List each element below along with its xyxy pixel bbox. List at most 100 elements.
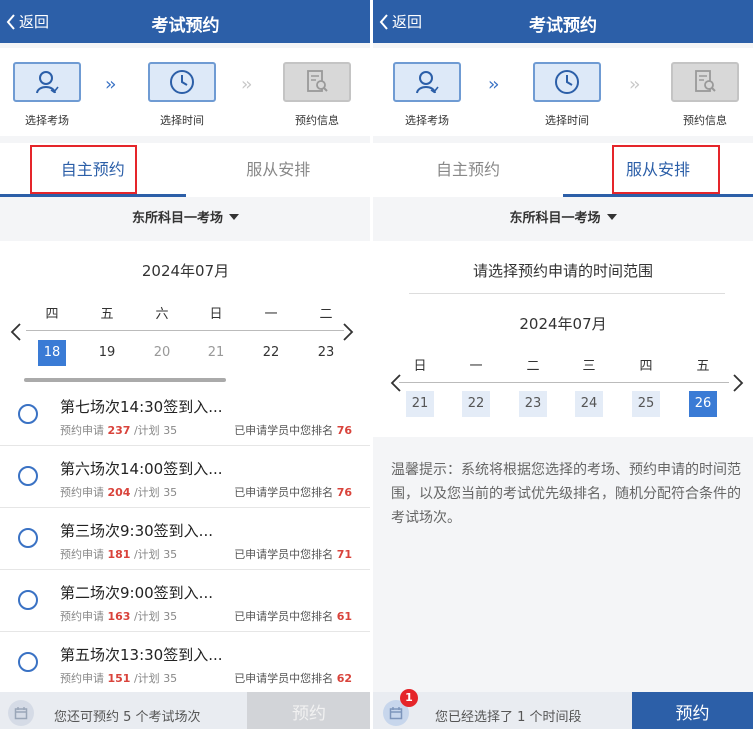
step-booking-info: 预约信息 (283, 62, 351, 128)
session-rank: 已申请学员中您排名 62 (234, 672, 352, 685)
radio-button[interactable] (18, 652, 38, 672)
calendar-day[interactable]: 22 (257, 340, 285, 366)
radio-button[interactable] (18, 404, 38, 424)
weekday-label: 五 (696, 359, 710, 374)
chevron-right-icon[interactable] (342, 323, 354, 341)
weekday-label: 四 (639, 359, 653, 374)
session-apply-count: 预约申请 237 /计划 35 (60, 424, 178, 437)
list-item[interactable]: 第三场次9:30签到入... 预约申请 181 /计划 35 已申请学员中您排名… (0, 508, 371, 570)
exam-site-label: 东所科目一考场 (131, 211, 223, 226)
person-icon (36, 71, 59, 94)
clock-icon (170, 70, 194, 94)
tab-label: 自主预约 (435, 160, 500, 179)
weekday-label: 二 (526, 359, 540, 374)
session-title: 第五场次13:30签到入... (60, 646, 223, 664)
mode-tabs: 自主预约 服从安排 (373, 143, 753, 197)
list-item[interactable]: 第七场次14:30签到入... 预约申请 237 /计划 35 已申请学员中您排… (0, 384, 371, 446)
step-select-site: 选择考场 (393, 62, 461, 128)
step-label: 选择时间 (545, 114, 589, 127)
calendar-day[interactable]: 22 (462, 391, 490, 417)
step-label: 预约信息 (683, 114, 727, 127)
calendar-day[interactable]: 23 (519, 391, 547, 417)
step-arrow-icon: ›› (105, 74, 117, 95)
bottom-bar: 1 您已经选择了 1 个时间段 预约 (373, 689, 753, 729)
step-label: 选择考场 (405, 114, 449, 127)
self-booking-screen: 返回 考试预约 选择考场 ›› 选择时间 ›› 预约信息 自主预约 服从安排 东… (0, 0, 371, 729)
booking-steps: 选择考场 ›› 选择时间 ›› 预约信息 (373, 48, 753, 136)
calendar-month: 2024年07月 (141, 262, 230, 280)
chevron-right-icon[interactable] (732, 374, 744, 392)
clock-icon (555, 70, 579, 94)
tab-self-booking[interactable]: 自主预约 (373, 143, 563, 197)
screenshot-composite: 返回 考试预约 选择考场 ›› 选择时间 ›› 预约信息 自主预约 服从安排 东… (0, 0, 753, 729)
calendar-day[interactable]: 21 (202, 340, 230, 366)
session-list: 第七场次14:30签到入... 预约申请 237 /计划 35 已申请学员中您排… (0, 384, 371, 694)
document-search-icon (307, 70, 328, 92)
session-rank: 已申请学员中您排名 76 (234, 486, 352, 499)
person-icon (416, 71, 439, 94)
session-rank: 已申请学员中您排名 76 (234, 424, 352, 437)
calendar-icon (8, 700, 34, 726)
mode-tabs: 自主预约 服从安排 (0, 143, 371, 197)
date-picker: 2024年07月 四 五 六 日 一 二 18 19 20 21 22 23 (0, 241, 371, 384)
list-item[interactable]: 第五场次13:30签到入... 预约申请 151 /计划 35 已申请学员中您排… (0, 632, 371, 694)
step-select-site: 选择考场 (13, 62, 81, 128)
step-label: 预约信息 (295, 114, 339, 127)
chevron-left-icon[interactable] (10, 323, 22, 341)
session-apply-count: 预约申请 163 /计划 35 (60, 610, 178, 623)
session-apply-count: 预约申请 204 /计划 35 (60, 486, 178, 499)
calendar-day[interactable]: 20 (148, 340, 176, 366)
calendar-divider (399, 382, 729, 383)
chevron-left-icon[interactable] (390, 374, 402, 392)
assigned-booking-screen: 返回 考试预约 选择考场 ›› 选择时间 ›› 预约信息 自主预约 服从安排 东… (373, 0, 753, 729)
radio-button[interactable] (18, 528, 38, 548)
highlight-box (30, 145, 137, 194)
horizontal-scrollbar[interactable] (24, 378, 226, 382)
step-select-time: 选择时间 (148, 62, 216, 128)
calendar-day[interactable]: 18 (38, 340, 66, 366)
bottom-bar: 您还可预约 5 个考试场次 预约 (0, 692, 371, 729)
calendar-day[interactable]: 25 (632, 391, 660, 417)
selection-count-badge: 1 (400, 689, 418, 707)
session-title: 第二场次9:00签到入... (60, 584, 213, 602)
session-title: 第三场次9:30签到入... (60, 522, 213, 540)
step-arrow-icon: ›› (488, 74, 500, 95)
weekday-label: 五 (100, 307, 114, 322)
session-rank: 已申请学员中您排名 71 (234, 548, 352, 561)
calendar-day[interactable]: 19 (93, 340, 121, 366)
session-rank: 已申请学员中您排名 61 (234, 610, 352, 623)
list-item[interactable]: 第二场次9:00签到入... 预约申请 163 /计划 35 已申请学员中您排名… (0, 570, 371, 632)
weekday-label: 三 (582, 359, 596, 374)
radio-button[interactable] (18, 590, 38, 610)
tab-label: 服从安排 (246, 160, 311, 179)
exam-site-selector[interactable]: 东所科目一考场 (373, 197, 753, 241)
tab-assigned[interactable]: 服从安排 (186, 143, 372, 197)
calendar-day[interactable]: 23 (312, 340, 340, 366)
calendar-month: 2024年07月 (519, 315, 607, 333)
step-arrow-icon: ›› (241, 74, 253, 95)
step-select-time: 选择时间 (533, 62, 601, 128)
calendar-day[interactable]: 21 (406, 391, 434, 417)
app-header: 返回 考试预约 (0, 0, 371, 43)
range-title: 请选择预约申请的时间范围 (472, 262, 653, 280)
step-label: 选择时间 (160, 114, 204, 127)
calendar-day[interactable]: 24 (575, 391, 603, 417)
step-arrow-icon: ›› (629, 74, 641, 95)
calendar-day[interactable]: 26 (689, 391, 717, 417)
caret-down-icon (606, 214, 617, 220)
highlight-box (612, 145, 720, 194)
caret-down-icon (229, 214, 239, 220)
weekday-label: 日 (209, 307, 223, 322)
radio-button[interactable] (18, 466, 38, 486)
weekday-label: 一 (264, 307, 278, 322)
book-button[interactable]: 预约 (632, 692, 753, 729)
exam-site-selector[interactable]: 东所科目一考场 (0, 197, 371, 241)
weekday-label: 二 (319, 307, 333, 322)
weekday-label: 六 (155, 307, 169, 322)
step-booking-info: 预约信息 (671, 62, 739, 128)
weekday-label: 一 (469, 359, 483, 374)
session-title: 第七场次14:30签到入... (60, 398, 223, 416)
list-item[interactable]: 第六场次14:00签到入... 预约申请 204 /计划 35 已申请学员中您排… (0, 446, 371, 508)
app-header: 返回 考试预约 (373, 0, 753, 43)
book-button[interactable]: 预约 (247, 692, 371, 729)
